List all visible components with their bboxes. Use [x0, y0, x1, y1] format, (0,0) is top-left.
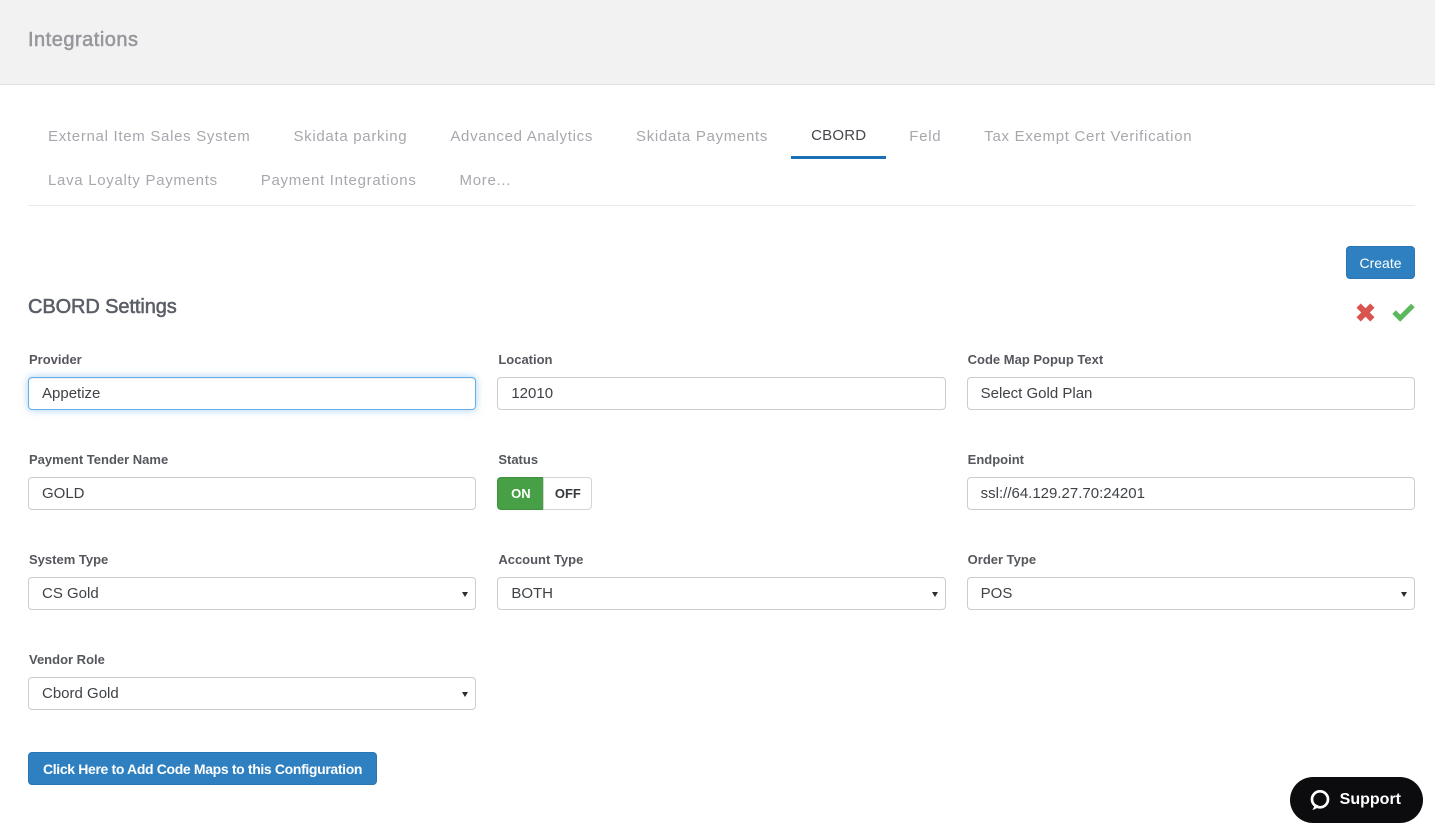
account-type-select[interactable]: BOTH [497, 577, 946, 610]
tab-skidata-parking[interactable]: Skidata parking [273, 115, 427, 159]
status-toggle: ON OFF [497, 477, 593, 510]
cancel-x-icon[interactable] [1356, 303, 1375, 322]
vendor-role-selectwrap: Cbord Gold [28, 677, 477, 710]
settings-title: CBORD Settings [28, 296, 177, 319]
support-launcher[interactable]: Support [1289, 777, 1423, 823]
tab-cbord[interactable]: CBORD [791, 115, 887, 159]
location-label: Location [498, 352, 553, 367]
create-button[interactable]: Create [1345, 246, 1415, 279]
vendor-role-label: Vendor Role [29, 652, 105, 667]
field-code-map-popup-text: Code Map Popup Text [966, 352, 1415, 410]
confirm-check-icon[interactable] [1392, 303, 1415, 322]
tab-skidata-payments[interactable]: Skidata Payments [616, 115, 788, 159]
tab-external-item-sales-system[interactable]: External Item Sales System [28, 115, 270, 159]
tab-payment-integrations[interactable]: Payment Integrations [241, 159, 437, 203]
support-label: Support [1339, 791, 1401, 808]
tab-bar: External Item Sales System Skidata parki… [28, 115, 1415, 206]
status-label: Status [498, 452, 539, 467]
add-code-maps-button[interactable]: Click Here to Add Code Maps to this Conf… [28, 752, 378, 785]
page-title: Integrations [28, 28, 139, 51]
cbord-settings-form: Provider Location Code Map Popup Text Pa… [28, 353, 1415, 710]
system-type-label: System Type [29, 552, 109, 567]
order-type-selectwrap: POS [966, 577, 1415, 610]
provider-input[interactable] [28, 377, 477, 410]
tab-lava-loyalty-payments[interactable]: Lava Loyalty Payments [28, 159, 238, 203]
tab-more[interactable]: More... [440, 159, 532, 203]
field-endpoint: Endpoint [966, 452, 1415, 510]
order-type-label: Order Type [967, 552, 1037, 567]
field-system-type: System Type CS Gold [28, 552, 477, 610]
tab-tax-exempt-cert-verification[interactable]: Tax Exempt Cert Verification [964, 115, 1212, 159]
field-provider: Provider [28, 352, 477, 410]
settings-actions [1356, 303, 1415, 322]
tab-advanced-analytics[interactable]: Advanced Analytics [430, 115, 613, 159]
settings-header: CBORD Settings [28, 296, 1415, 322]
create-row: Create [28, 246, 1415, 279]
account-type-selectwrap: BOTH [497, 577, 946, 610]
field-account-type: Account Type BOTH [497, 552, 946, 610]
vendor-role-select[interactable]: Cbord Gold [28, 677, 477, 710]
chat-bubble-icon [1310, 789, 1330, 810]
field-location: Location [497, 352, 946, 410]
provider-label: Provider [29, 352, 82, 367]
status-off-button[interactable]: OFF [543, 477, 593, 510]
location-input[interactable] [497, 377, 946, 410]
code-map-popup-text-input[interactable] [966, 377, 1415, 410]
system-type-selectwrap: CS Gold [28, 577, 477, 610]
field-status: Status ON OFF [497, 453, 945, 510]
code-map-popup-text-label: Code Map Popup Text [967, 352, 1104, 367]
payment-tender-name-label: Payment Tender Name [29, 452, 169, 467]
tab-feld[interactable]: Feld [889, 115, 961, 159]
field-payment-tender-name: Payment Tender Name [28, 452, 477, 510]
main-content: Create CBORD Settings Provider Location … [0, 246, 1435, 785]
page-header: Integrations [0, 0, 1435, 85]
endpoint-input[interactable] [966, 477, 1415, 510]
field-order-type: Order Type POS [966, 552, 1415, 610]
field-vendor-role: Vendor Role Cbord Gold [28, 652, 477, 710]
payment-tender-name-input[interactable] [28, 477, 477, 510]
order-type-select[interactable]: POS [966, 577, 1415, 610]
system-type-select[interactable]: CS Gold [28, 577, 477, 610]
status-on-button[interactable]: ON [497, 477, 544, 510]
account-type-label: Account Type [498, 552, 584, 567]
endpoint-label: Endpoint [967, 452, 1024, 467]
